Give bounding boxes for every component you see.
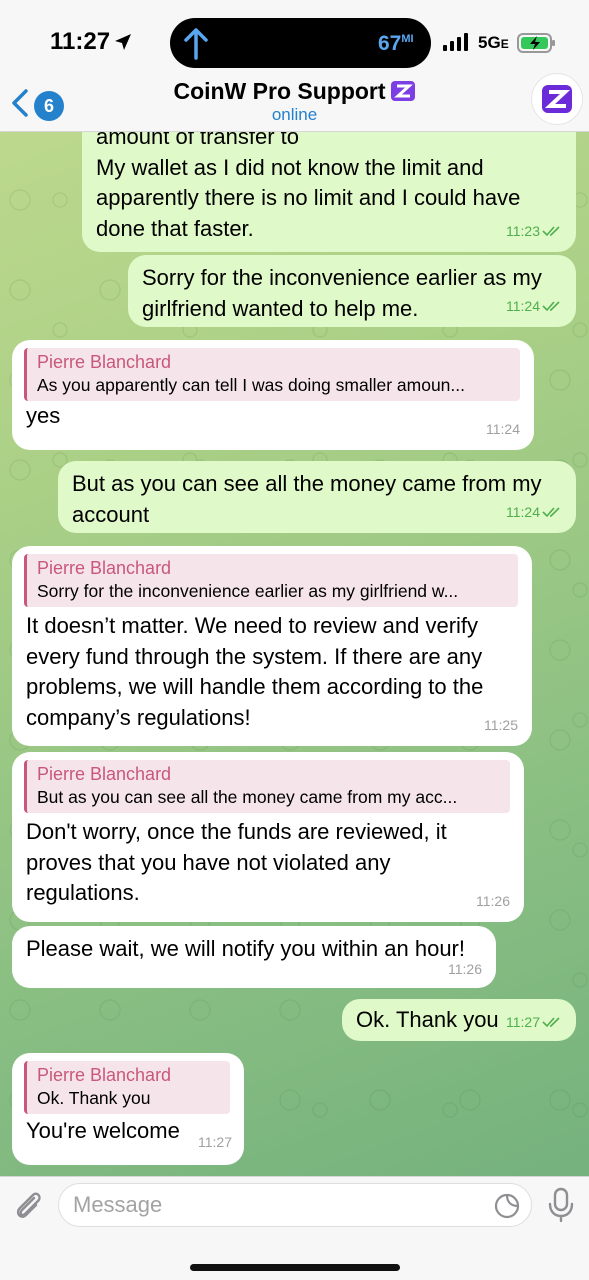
- message-time: 11:26: [448, 960, 482, 977]
- message-text: Sorry for the inconvenience earlier as m…: [142, 265, 542, 321]
- message-bubble-outgoing[interactable]: But as you can see all the money came fr…: [58, 461, 576, 533]
- message-text: amount of transfer to My wallet as I did…: [96, 124, 521, 241]
- message-meta: 11:25: [484, 710, 518, 741]
- message-meta: 11:26: [448, 954, 482, 985]
- message-time: 11:25: [484, 716, 518, 733]
- message-time: 11:26: [476, 892, 510, 909]
- message-bubble-incoming[interactable]: Pierre Blanchard As you apparently can t…: [12, 340, 534, 450]
- message-input-bar: [0, 1176, 589, 1280]
- message-meta: 11:24: [486, 414, 520, 445]
- coinw-logo-icon: [390, 81, 415, 101]
- message-meta: 11:23: [506, 216, 564, 247]
- message-bubble-outgoing[interactable]: Ok. Thank you 11:27: [342, 999, 576, 1041]
- reply-quoted-text: But as you can see all the money came fr…: [37, 787, 458, 807]
- chat-online-status: online: [271, 105, 318, 124]
- reply-sender-name: Pierre Blanchard: [37, 1065, 172, 1085]
- double-check-icon: [542, 301, 560, 311]
- reply-sender-name: Pierre Blanchard: [37, 764, 172, 784]
- message-time: 11:24: [506, 503, 540, 520]
- message-meta: 11:27: [506, 1007, 564, 1038]
- reply-quoted-text: As you apparently can tell I was doing s…: [37, 375, 465, 395]
- message-bubble-incoming[interactable]: Please wait, we will notify you within a…: [12, 926, 496, 988]
- message-bubble-incoming[interactable]: Pierre Blanchard Ok. Thank you You're we…: [12, 1053, 244, 1165]
- reply-quote[interactable]: Pierre Blanchard As you apparently can t…: [24, 348, 520, 401]
- message-text: It doesn’t matter. We need to review and…: [26, 613, 484, 730]
- location-arrow-icon: [115, 34, 131, 50]
- message-text: Don't worry, once the funds are reviewed…: [26, 819, 447, 905]
- reply-sender-name: Pierre Blanchard: [37, 558, 172, 578]
- message-bubble-outgoing[interactable]: Sorry for the inconvenience earlier as m…: [128, 255, 576, 327]
- reply-quote[interactable]: Pierre Blanchard But as you can see all …: [24, 760, 510, 813]
- sticker-icon[interactable]: [493, 1192, 521, 1220]
- temperature-readout: 67MI: [378, 32, 414, 55]
- reply-quote[interactable]: Pierre Blanchard Ok. Thank you: [24, 1061, 230, 1114]
- reply-quoted-text: Ok. Thank you: [37, 1088, 151, 1108]
- double-check-icon: [542, 226, 560, 236]
- upload-arrow-icon: [184, 28, 208, 60]
- message-text: yes: [26, 403, 61, 428]
- network-type: 5GE: [478, 33, 509, 52]
- microphone-icon[interactable]: [546, 1187, 576, 1223]
- message-meta: 11:26: [476, 886, 510, 917]
- status-time: 11:27: [50, 28, 111, 55]
- battery-charging-icon: [517, 33, 555, 53]
- message-time: 11:23: [506, 222, 540, 239]
- reply-sender-name: Pierre Blanchard: [37, 352, 172, 372]
- chat-header: 6 CoinW Pro Support online: [0, 74, 589, 132]
- reply-quoted-text: Sorry for the inconvenience earlier as m…: [37, 581, 459, 601]
- double-check-icon: [542, 1017, 560, 1027]
- reply-quote[interactable]: Pierre Blanchard Sorry for the inconveni…: [24, 554, 518, 607]
- signal-icon: [443, 33, 468, 51]
- message-time: 11:24: [506, 297, 540, 314]
- message-time: 11:27: [506, 1013, 540, 1030]
- message-meta: 11:24: [506, 497, 564, 528]
- coinw-avatar-icon: [542, 85, 572, 113]
- message-meta: 11:24: [506, 291, 564, 322]
- message-bubble-incoming[interactable]: Pierre Blanchard But as you can see all …: [12, 752, 524, 922]
- message-text: But as you can see all the money came fr…: [72, 471, 542, 527]
- chat-title[interactable]: CoinW Pro Support: [0, 78, 589, 105]
- status-bar: 11:27 67MI 5GE: [0, 0, 589, 80]
- message-time: 11:24: [486, 420, 520, 437]
- chat-avatar[interactable]: [532, 74, 582, 124]
- message-meta: 11:27: [198, 1127, 232, 1158]
- message-field[interactable]: [58, 1183, 532, 1227]
- message-time: 11:27: [198, 1133, 232, 1150]
- paperclip-icon[interactable]: [12, 1189, 46, 1223]
- message-text: Please wait, we will notify you within a…: [26, 936, 465, 961]
- double-check-icon: [542, 507, 560, 517]
- message-bubble-incoming[interactable]: Pierre Blanchard Sorry for the inconveni…: [12, 546, 532, 746]
- message-input[interactable]: [73, 1184, 473, 1226]
- home-indicator: [190, 1264, 400, 1271]
